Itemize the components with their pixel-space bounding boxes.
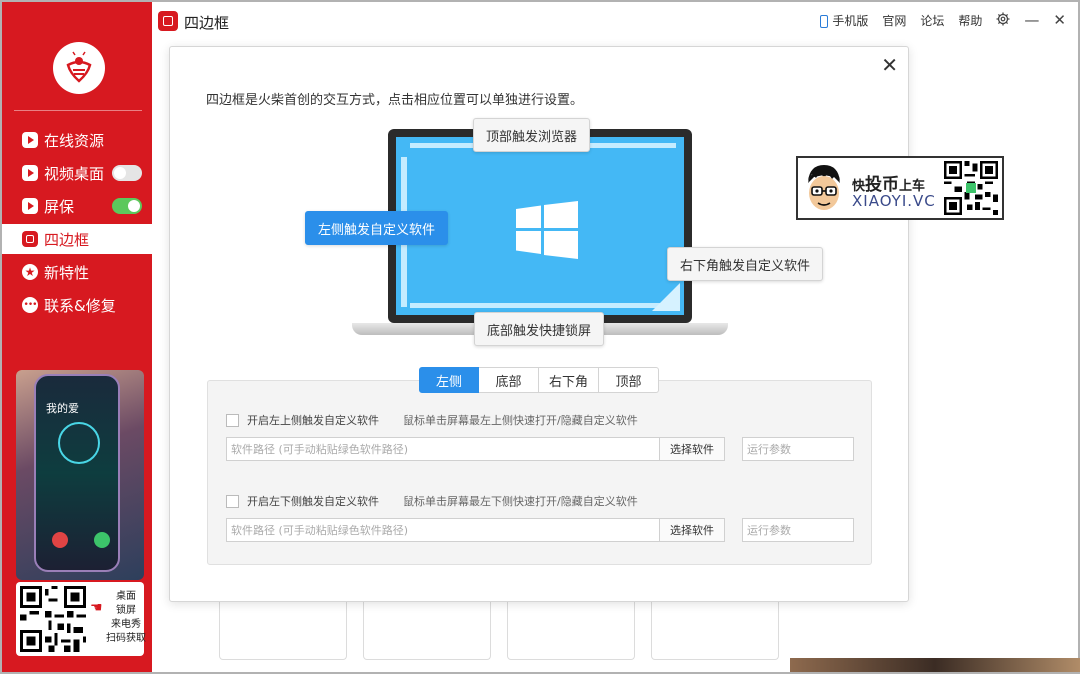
play-icon [22,165,38,181]
bottom-edge-zone[interactable] [410,303,660,308]
qr-code-icon [20,586,86,652]
app-title-icon [158,11,178,31]
sidebar-item-label: 屏保 [44,197,75,216]
accept-call-icon [94,532,110,548]
mobile-phone-icon [820,15,829,28]
star-icon: ★ [22,264,38,280]
cartoon-face-icon [808,165,840,210]
qr-caption: 桌面 锁屏 来电秀 扫码获取 [106,591,146,644]
page-title: 四边框 [184,14,230,32]
firefly-logo-icon [66,51,92,83]
bottom-left-choose-button[interactable]: 选择软件 [659,518,725,542]
sidebar-item-label: 视频桌面 [44,164,105,183]
option-label: 开启左上侧触发自定义软件 [247,414,379,427]
sidebar-item-new-features[interactable]: ★ 新特性 [2,257,152,287]
option-label: 开启左下侧触发自定义软件 [247,495,379,508]
forum-link[interactable]: 论坛 [920,12,944,29]
phone-screen-text: 我的爱 [46,402,79,415]
watermark-site: XIAOYI.VC [852,192,936,210]
option-top-left: 开启左上侧触发自定义软件 [226,412,379,428]
top-hotspot-button[interactable]: 顶部触发浏览器 [473,118,591,152]
bottom-left-params-input[interactable] [742,518,854,542]
option-bottom-left: 开启左下侧触发自定义软件 [226,493,379,509]
background-card [363,600,491,660]
top-left-choose-button[interactable]: 选择软件 [659,437,725,461]
video-desktop-toggle[interactable] [112,165,142,181]
top-left-params-input[interactable] [742,437,854,461]
four-edges-dialog: ✕ 四边框是火柴首创的交互方式，点击相应位置可以单独进行设置。 顶部触发浏览器 … [169,46,909,602]
close-window-icon[interactable]: ✕ [1053,13,1066,28]
sidebar-item-four-edges[interactable]: 四边框 [2,224,152,254]
qr-promo-card[interactable]: ☚ 桌面 锁屏 来电秀 扫码获取 [16,582,146,656]
left-hotspot-button[interactable]: 左侧触发自定义软件 [305,211,449,245]
sidebar-item-label: 在线资源 [44,131,105,150]
screensaver-toggle[interactable] [112,198,142,214]
tab-top[interactable]: 顶部 [599,367,659,393]
phone-promo-banner[interactable]: 我的爱 [16,370,144,580]
phone-ring-graphic [58,422,100,464]
pointing-hand-icon: ☚ [90,600,103,616]
dialog-description: 四边框是火柴首创的交互方式，点击相应位置可以单独进行设置。 [206,93,584,108]
tab-left[interactable]: 左侧 [419,367,479,393]
top-left-path-input[interactable] [226,437,660,461]
decline-call-icon [52,532,68,548]
close-icon[interactable]: ✕ [881,53,898,77]
sidebar-item-video-desktop[interactable]: 视频桌面 [2,158,152,188]
tab-bottom-right[interactable]: 右下角 [539,367,599,393]
edge-tabs: 左侧 底部 右下角 顶部 [419,367,659,393]
mobile-version-link[interactable]: 手机版 [820,12,868,29]
play-icon [22,198,38,214]
tab-bottom[interactable]: 底部 [479,367,539,393]
sidebar-divider [14,110,142,111]
minimize-icon[interactable]: — [1024,13,1039,28]
background-card [219,600,347,660]
sidebar-item-contact-repair[interactable]: ••• 联系&修复 [2,290,152,320]
sidebar-item-label: 联系&修复 [44,296,116,315]
bottom-left-path-input[interactable] [226,518,660,542]
bottom-right-hotspot-button[interactable]: 右下角触发自定义软件 [667,247,824,281]
play-icon [22,132,38,148]
top-left-enable-checkbox[interactable] [226,413,239,427]
help-link[interactable]: 帮助 [958,12,982,29]
title-bar-actions: 手机版 官网 论坛 帮助 — ✕ [820,12,1066,29]
option-hint: 鼠标单击屏幕最左上侧快速打开/隐藏自定义软件 [403,414,638,427]
background-image-strip [790,658,1080,672]
background-card [651,600,779,660]
app-logo[interactable] [53,42,105,94]
bottom-left-enable-checkbox[interactable] [226,494,239,508]
gear-icon[interactable] [996,12,1010,29]
chat-icon: ••• [22,297,38,313]
background-card [507,600,635,660]
sidebar-item-label: 四边框 [44,230,90,249]
sidebar-item-label: 新特性 [44,263,90,282]
watermark-badge: 快投币上车 XIAOYI.VC [796,156,1004,220]
bottom-right-corner-zone[interactable] [652,283,680,311]
bottom-hotspot-button[interactable]: 底部触发快捷锁屏 [474,312,605,346]
option-hint: 鼠标单击屏幕最左下侧快速打开/隐藏自定义软件 [403,495,638,508]
windows-logo-icon [516,201,578,259]
website-link[interactable]: 官网 [882,12,906,29]
sidebar-item-online-resources[interactable]: 在线资源 [2,125,152,155]
qr-code-icon [944,161,998,215]
sidebar-item-screensaver[interactable]: 屏保 [2,191,152,221]
frame-icon [22,231,38,247]
sidebar: 在线资源 视频桌面 屏保 四边框 ★ 新特性 ••• 联系&修复 我的爱 ☚ 桌… [2,2,152,672]
